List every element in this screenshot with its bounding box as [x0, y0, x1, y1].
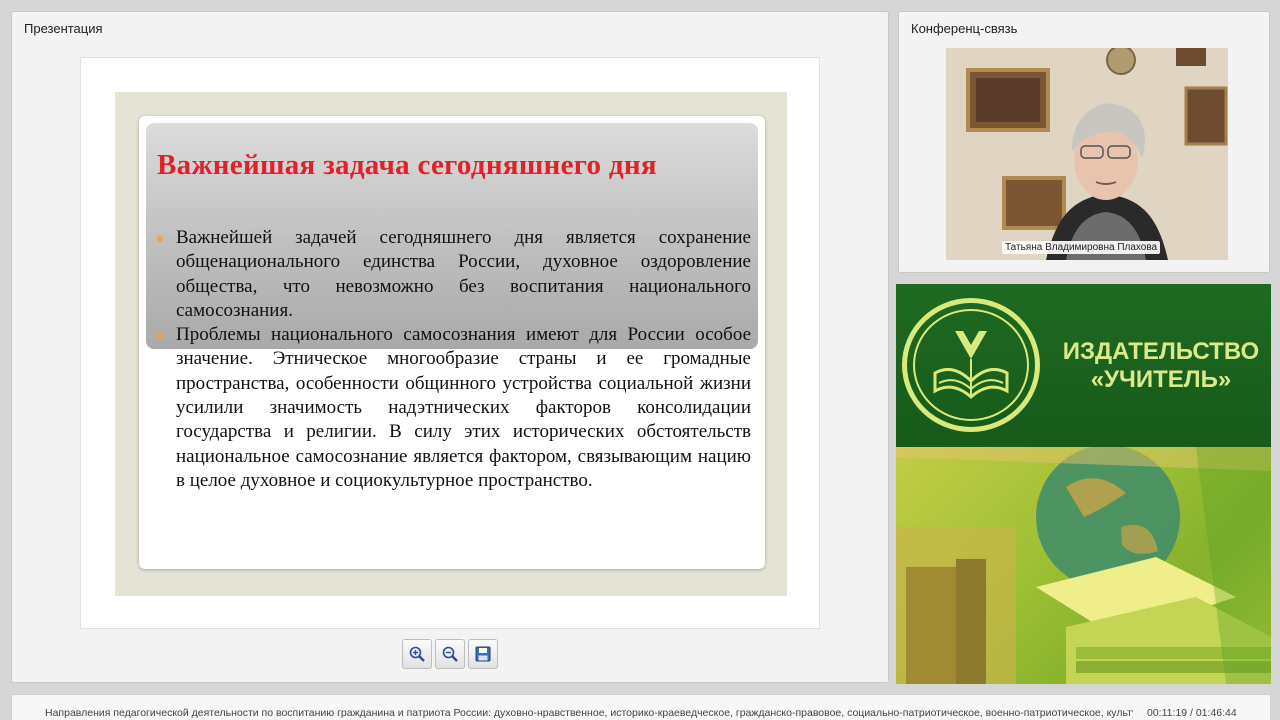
video-scene: [946, 48, 1228, 260]
save-icon: [475, 646, 491, 662]
publisher-banner[interactable]: ИЗДАТЕЛЬСТВО «УЧИТЕЛЬ»: [896, 284, 1271, 684]
slide-card: Важнейшая задача сегодняшнего дня Важней…: [139, 116, 765, 569]
presentation-panel-title: Презентация: [24, 21, 103, 36]
slide-bullet-list: Важнейшей задачей сегодняшнего дня являе…: [151, 226, 751, 493]
slide-frame: Важнейшая задача сегодняшнего дня Важней…: [80, 57, 820, 629]
footer-bar: Направления педагогической деятельности …: [11, 694, 1271, 720]
zoom-in-button[interactable]: [402, 639, 432, 669]
slide-bullet: Важнейшей задачей сегодняшнего дня являе…: [151, 226, 751, 323]
publisher-name-line2: «УЧИТЕЛЬ»: [1090, 366, 1232, 393]
zoom-in-icon: [409, 646, 425, 662]
slide-toolbar: [402, 639, 498, 669]
webinar-description: Направления педагогической деятельности …: [45, 707, 1133, 719]
banner-image: [896, 445, 1271, 684]
speaker-name-tag: Татьяна Владимировна Плахова: [1002, 241, 1161, 254]
book-logo-icon: [933, 331, 1009, 400]
video-feed: Татьяна Владимировна Плахова: [946, 48, 1228, 260]
conference-panel-title: Конференц-связь: [911, 21, 1018, 36]
presentation-panel: Презентация Важнейшая задача сегодняшнег…: [11, 11, 889, 683]
slide-background: Важнейшая задача сегодняшнего дня Важней…: [115, 92, 787, 596]
playback-time: 00:11:19 / 01:46:44: [1147, 707, 1237, 719]
books-globe-image: [896, 445, 1271, 684]
save-button[interactable]: [468, 639, 498, 669]
zoom-out-button[interactable]: [435, 639, 465, 669]
publisher-logo: [902, 298, 1040, 432]
zoom-out-icon: [442, 646, 458, 662]
publisher-name-line1: ИЗДАТЕЛЬСТВО: [1062, 338, 1260, 365]
slide-heading: Важнейшая задача сегодняшнего дня: [157, 149, 657, 181]
slide-bullet: Проблемы национального самосознания имею…: [151, 323, 751, 493]
banner-header: ИЗДАТЕЛЬСТВО «УЧИТЕЛЬ»: [896, 284, 1271, 447]
publisher-name: ИЗДАТЕЛЬСТВО «УЧИТЕЛЬ»: [1056, 338, 1266, 394]
conference-panel: Конференц-связь Татьяна Владимировна Пла…: [898, 11, 1270, 273]
